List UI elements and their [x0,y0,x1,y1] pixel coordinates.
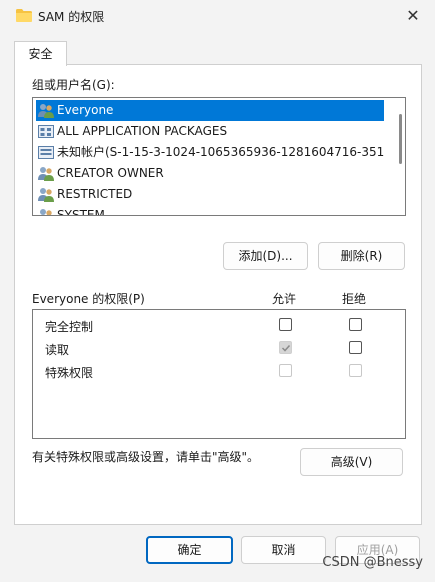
check-icon [281,344,291,352]
close-button[interactable]: ✕ [399,4,427,28]
permission-name: 读取 [45,343,70,357]
deny-full-control-checkbox[interactable] [349,318,362,331]
list-item[interactable]: CREATOR OWNER [36,163,384,184]
cancel-button[interactable]: 取消 [241,536,326,564]
users-icon [38,188,54,202]
list-item[interactable]: RESTRICTED [36,184,384,205]
list-item[interactable]: ALL APPLICATION PACKAGES [36,121,384,142]
groups-listbox[interactable]: Everyone ALL APPLICATION PACKAGES 未知帐户(S… [32,97,406,216]
folder-icon [16,9,32,22]
deny-special-checkbox [349,364,362,377]
watermark: CSDN @Bnessy [322,555,423,570]
security-panel: 组或用户名(G): Everyone ALL APPLICATION PACKA… [14,64,422,525]
ok-button[interactable]: 确定 [146,536,233,564]
users-icon [38,104,54,118]
list-item-label: RESTRICTED [57,187,133,201]
list-item[interactable]: Everyone [36,100,384,121]
list-item-label: SYSTEM [57,208,105,216]
permission-name: 完全控制 [45,320,94,334]
add-button[interactable]: 添加(D)... [223,242,308,270]
advanced-note: 有关特殊权限或高级设置，请单击"高级"。 [32,450,260,464]
title-bar: SAM 的权限 ✕ [0,0,435,32]
allow-special-checkbox [279,364,292,377]
unknown-account-icon [38,146,54,159]
remove-button[interactable]: 删除(R) [318,242,405,270]
allow-read-checkbox [279,341,292,354]
permission-name: 特殊权限 [45,366,94,380]
list-item-label: Everyone [57,103,114,117]
list-item[interactable]: 未知帐户(S-1-15-3-1024-1065365936-1281604716… [36,142,384,163]
advanced-button[interactable]: 高级(V) [300,448,403,476]
list-item-label: CREATOR OWNER [57,166,164,180]
tab-security[interactable]: 安全 [14,41,67,66]
groups-label: 组或用户名(G): [32,78,115,92]
permissions-label: Everyone 的权限(P) [32,292,145,306]
window-title: SAM 的权限 [38,10,105,24]
list-item[interactable]: SYSTEM [36,205,384,216]
permissions-list: 完全控制 读取 特殊权限 [32,309,406,439]
list-scrollbar[interactable] [399,114,402,164]
allow-full-control-checkbox[interactable] [279,318,292,331]
users-icon [38,167,54,181]
allow-header: 允许 [272,292,297,306]
list-item-label: ALL APPLICATION PACKAGES [57,124,228,138]
deny-header: 拒绝 [342,292,367,306]
users-icon [40,209,52,215]
deny-read-checkbox[interactable] [349,341,362,354]
list-item-label: 未知帐户(S-1-15-3-1024-1065365936-1281604716… [57,145,384,159]
app-packages-icon [38,125,54,138]
